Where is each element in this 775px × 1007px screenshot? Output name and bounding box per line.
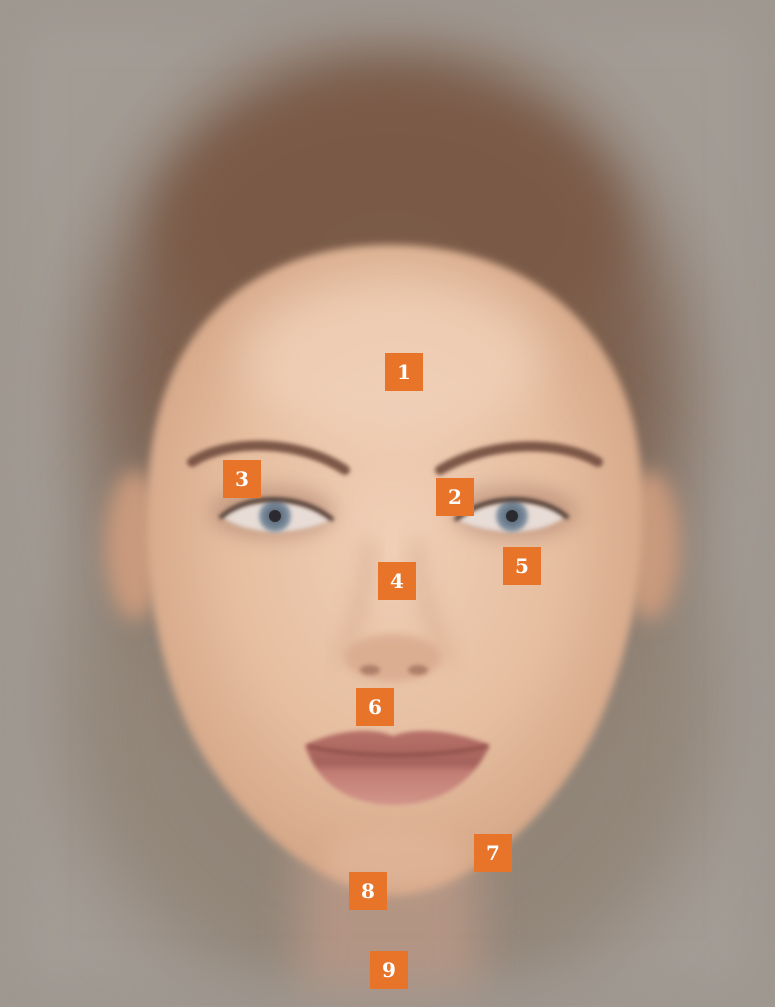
averaged-face-photo	[0, 0, 775, 1007]
marker-1: 1	[385, 353, 423, 391]
marker-9-label: 9	[382, 958, 396, 982]
marker-5: 5	[503, 547, 541, 585]
marker-9: 9	[370, 951, 408, 989]
marker-7-label: 7	[486, 841, 500, 865]
marker-2: 2	[436, 478, 474, 516]
marker-8: 8	[349, 872, 387, 910]
marker-8-label: 8	[361, 879, 375, 903]
marker-5-label: 5	[515, 554, 529, 578]
nose-tip	[345, 634, 441, 682]
marker-6: 6	[356, 688, 394, 726]
marker-2-label: 2	[448, 485, 462, 509]
marker-3-label: 3	[235, 467, 249, 491]
face-image-canvas: 1 2 3 4 5 6 7 8 9	[0, 0, 775, 1007]
marker-4: 4	[378, 562, 416, 600]
marker-6-label: 6	[368, 695, 382, 719]
marker-7: 7	[474, 834, 512, 872]
marker-3: 3	[223, 460, 261, 498]
marker-1-label: 1	[397, 360, 411, 384]
marker-4-label: 4	[390, 569, 404, 593]
